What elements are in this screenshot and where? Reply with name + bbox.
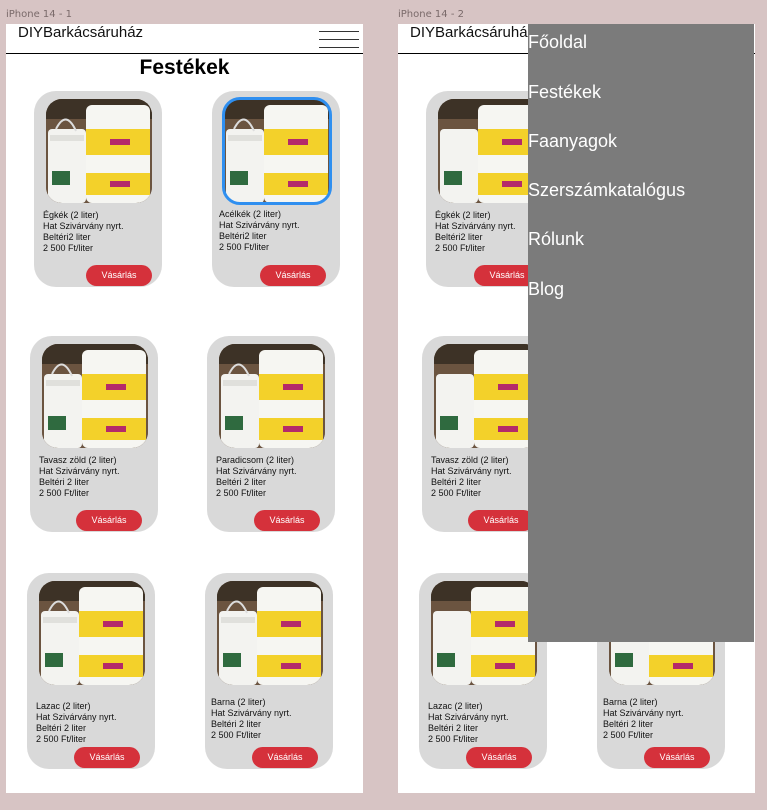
product-name: Acélkék (2 liter) <box>219 209 282 219</box>
buy-button[interactable]: Vásárlás <box>86 265 152 286</box>
buy-button[interactable]: Vásárlás <box>76 510 142 531</box>
menu-item-festekek[interactable]: Festékek <box>528 82 601 103</box>
product-name: Tavasz zöld (2 liter) <box>39 455 117 465</box>
product-card: Barna (2 liter) Hat Szivárvány nyrt. Bel… <box>205 573 333 769</box>
product-image[interactable] <box>222 97 332 205</box>
phone-frame-1: DIYBarkácsáruház Festékek Égkék (2 liter… <box>6 24 363 793</box>
product-type: Beltéri 2 liter <box>216 477 267 487</box>
product-maker: Hat Szivárvány nyrt. <box>219 220 300 230</box>
product-price: 2 500 Ft/liter <box>428 734 479 744</box>
product-image[interactable] <box>431 581 537 685</box>
buy-button[interactable]: Vásárlás <box>468 510 534 531</box>
menu-item-rolunk[interactable]: Rólunk <box>528 229 584 250</box>
brand-logo[interactable]: DIYBarkácsáruház <box>18 24 143 41</box>
buy-button[interactable]: Vásárlás <box>466 747 532 768</box>
nav-menu-panel: Főoldal Festékek Faanyagok Szerszámkatal… <box>528 24 754 642</box>
product-type: Beltéri 2 liter <box>211 719 262 729</box>
product-card: Acélkék (2 liter) Hat Szivárvány nyrt. B… <box>212 91 340 287</box>
product-maker: Hat Szivárvány nyrt. <box>39 466 120 476</box>
product-name: Paradicsom (2 liter) <box>216 455 295 465</box>
product-name: Égkék (2 liter) <box>435 210 491 220</box>
product-name: Barna (2 liter) <box>211 697 266 707</box>
frame-label-2: iPhone 14 - 2 <box>398 9 464 20</box>
product-type: Beltéri 2 liter <box>431 477 482 487</box>
product-price: 2 500 Ft/liter <box>431 488 482 498</box>
buy-button[interactable]: Vásárlás <box>254 510 320 531</box>
product-type: Beltéri 2 liter <box>603 719 654 729</box>
product-price: 2 500 Ft/liter <box>216 488 267 498</box>
product-price: 2 500 Ft/liter <box>211 730 262 740</box>
product-type: Beltéri 2 liter <box>428 723 479 733</box>
buy-button[interactable]: Vásárlás <box>644 747 710 768</box>
product-image[interactable] <box>46 99 152 203</box>
product-price: 2 500 Ft/liter <box>43 243 94 253</box>
product-info: Barna (2 liter) Hat Szivárvány nyrt. Bel… <box>211 697 292 741</box>
product-name: Tavasz zöld (2 liter) <box>431 455 509 465</box>
product-price: 2 500 Ft/liter <box>219 242 270 252</box>
page-title: Festékek <box>139 56 230 79</box>
product-image[interactable] <box>42 344 148 448</box>
product-type: Beltéri2 liter <box>219 231 267 241</box>
product-info: Lazac (2 liter) Hat Szivárvány nyrt. Bel… <box>36 701 117 745</box>
menu-item-fooldal[interactable]: Főoldal <box>528 32 587 53</box>
product-name: Lazac (2 liter) <box>36 701 91 711</box>
header: DIYBarkácsáruház <box>6 24 363 54</box>
product-price: 2 500 Ft/liter <box>39 488 90 498</box>
buy-button[interactable]: Vásárlás <box>252 747 318 768</box>
product-maker: Hat Szivárvány nyrt. <box>216 466 297 476</box>
product-maker: Hat Szivárvány nyrt. <box>431 466 512 476</box>
product-image[interactable] <box>434 344 540 448</box>
product-card: Lazac (2 liter) Hat Szivárvány nyrt. Bel… <box>27 573 155 769</box>
frame-label-1: iPhone 14 - 1 <box>6 9 72 20</box>
menu-item-faanyagok[interactable]: Faanyagok <box>528 131 617 152</box>
product-info: Barna (2 liter) Hat Szivárvány nyrt. Bel… <box>603 697 684 741</box>
product-info: Tavasz zöld (2 liter) Hat Szivárvány nyr… <box>39 455 120 499</box>
product-maker: Hat Szivárvány nyrt. <box>36 712 117 722</box>
product-info: Lazac (2 liter) Hat Szivárvány nyrt. Bel… <box>428 701 509 745</box>
product-type: Beltéri2 liter <box>435 232 483 242</box>
product-info: Paradicsom (2 liter) Hat Szivárvány nyrt… <box>216 455 297 499</box>
brand-logo[interactable]: DIYBarkácsáruház <box>410 24 535 41</box>
buy-button[interactable]: Vásárlás <box>74 747 140 768</box>
product-type: Beltéri 2 liter <box>39 477 90 487</box>
product-maker: Hat Szivárvány nyrt. <box>428 712 509 722</box>
product-image[interactable] <box>39 581 145 685</box>
product-image[interactable] <box>217 581 323 685</box>
product-card: Tavasz zöld (2 liter) Hat Szivárvány nyr… <box>30 336 158 532</box>
product-image[interactable] <box>219 344 325 448</box>
product-info: Acélkék (2 liter) Hat Szivárvány nyrt. B… <box>219 209 300 253</box>
product-info: Égkék (2 liter) Hat Szivárvány nyrt. Bel… <box>43 210 124 254</box>
product-price: 2 500 Ft/liter <box>435 243 486 253</box>
product-card: Égkék (2 liter) Hat Szivárvány nyrt. Bel… <box>34 91 162 287</box>
product-maker: Hat Szivárvány nyrt. <box>603 708 684 718</box>
product-info: Égkék (2 liter) Hat Szivárvány nyrt. Bel… <box>435 210 516 254</box>
product-name: Barna (2 liter) <box>603 697 658 707</box>
product-maker: Hat Szivárvány nyrt. <box>211 708 292 718</box>
product-type: Beltéri 2 liter <box>36 723 87 733</box>
product-card: Paradicsom (2 liter) Hat Szivárvány nyrt… <box>207 336 335 532</box>
product-name: Égkék (2 liter) <box>43 210 99 220</box>
product-price: 2 500 Ft/liter <box>36 734 87 744</box>
buy-button[interactable]: Vásárlás <box>260 265 326 286</box>
product-price: 2 500 Ft/liter <box>603 730 654 740</box>
product-type: Beltéri2 liter <box>43 232 91 242</box>
product-name: Lazac (2 liter) <box>428 701 483 711</box>
product-maker: Hat Szivárvány nyrt. <box>435 221 516 231</box>
menu-item-szerszamkatalogus[interactable]: Szerszámkatalógus <box>528 180 685 201</box>
hamburger-menu-icon[interactable] <box>319 29 359 51</box>
product-info: Tavasz zöld (2 liter) Hat Szivárvány nyr… <box>431 455 512 499</box>
menu-item-blog[interactable]: Blog <box>528 279 564 300</box>
product-maker: Hat Szivárvány nyrt. <box>43 221 124 231</box>
